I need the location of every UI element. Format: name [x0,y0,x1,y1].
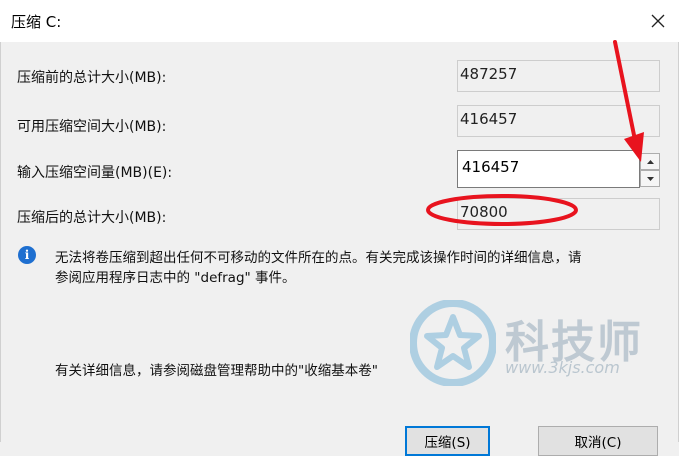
info-message-line2: 参阅应用程序日志中的 "defrag" 事件。 [55,270,296,286]
amount-label: 输入压缩空间量(MB)(E): [17,165,173,181]
info-message-line1: 无法将卷压缩到超出任何不可移动的文件所在的点。有关完成该操作时间的详细信息，请 [55,250,582,266]
spin-down-icon [646,176,654,181]
info-icon: i [18,246,36,264]
title-bar: 压缩 C: [0,0,679,42]
total-before-field: 487257 [457,60,660,92]
window-frame-left [0,42,1,442]
cancel-button[interactable]: 取消(C) [538,426,658,456]
watermark-star-logo [410,300,496,386]
available-field: 416457 [457,105,660,137]
spin-up-button[interactable] [640,153,660,170]
amount-input[interactable]: 416457 [457,150,640,188]
available-label: 可用压缩空间大小(MB): [17,119,167,135]
spin-down-button[interactable] [640,170,660,187]
spin-up-icon [646,159,654,164]
shrink-button[interactable]: 压缩(S) [405,426,490,456]
dialog-title: 压缩 C: [11,13,62,31]
close-icon [651,14,664,28]
total-after-field: 70800 [457,198,660,230]
total-before-label: 压缩前的总计大小(MB): [17,70,167,86]
watermark: 科技师 www.3kjs.com [410,300,650,390]
total-after-label: 压缩后的总计大小(MB): [17,210,167,226]
watermark-url: www.3kjs.com [505,358,620,377]
close-button[interactable] [636,0,679,42]
help-message: 有关详细信息，请参阅磁盘管理帮助中的"收缩基本卷" [55,363,378,379]
